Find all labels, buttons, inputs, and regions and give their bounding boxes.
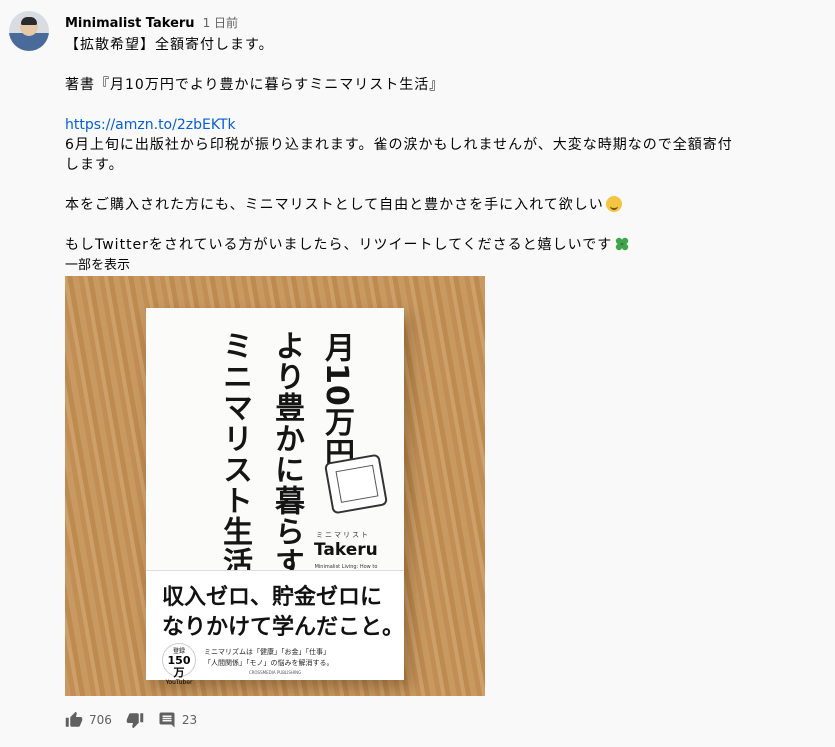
post-body: 【拡散希望】全額寄付します。 著書『月10万円でより豊かに暮らすミニマリスト生活… bbox=[65, 35, 785, 255]
reply-count: 23 bbox=[181, 713, 198, 727]
post-image[interactable]: 月10万円で より豊かに暮らす ミニマリスト生活 ミニマリスト Takeru M… bbox=[65, 276, 485, 696]
suitcase-illustration bbox=[323, 453, 389, 515]
like-count: 706 bbox=[89, 713, 112, 727]
band-tagline: ミニマリズムは「健康」「お金」「仕事」 「人間関係」「モノ」の悩みを解消する。 bbox=[204, 648, 334, 667]
action-bar: 706 23 bbox=[65, 708, 197, 732]
thumbs-down-icon[interactable] bbox=[126, 711, 144, 729]
post-line: 著書『月10万円でより豊かに暮らすミニマリスト生活』 bbox=[65, 77, 445, 93]
post-timestamp[interactable]: 1 日前 bbox=[203, 14, 238, 31]
post-line: します。 bbox=[65, 157, 124, 173]
band-headline: 収入ゼロ、貯金ゼロに bbox=[162, 585, 383, 610]
amazon-link[interactable]: https://amzn.to/2zbEKTk bbox=[65, 117, 236, 133]
show-less-button[interactable]: 一部を表示 bbox=[65, 254, 130, 273]
book-title-line: より豊かに暮らす bbox=[269, 330, 304, 578]
book-publisher: CROSSMEDIA PUBLISHING bbox=[248, 670, 302, 675]
avatar[interactable] bbox=[9, 11, 49, 51]
post-line: 6月上旬に出版社から印税が振り込まれます。雀の涙かもしれませんが、大変な時期なの… bbox=[65, 137, 733, 153]
four-leaf-clover-emoji-icon bbox=[616, 237, 629, 251]
post-line: 本をご購入された方にも、ミニマリストとして自由と豊かさを手に入れて欲しい bbox=[65, 197, 604, 213]
thumbs-up-icon[interactable] bbox=[65, 711, 83, 729]
book-author-kana: ミニマリスト bbox=[316, 531, 370, 539]
post-header: Minimalist Takeru 1 日前 bbox=[65, 14, 238, 31]
band-headline: なりかけて学んだこと。 bbox=[162, 615, 405, 640]
book-cover: 月10万円で より豊かに暮らす ミニマリスト生活 ミニマリスト Takeru M… bbox=[146, 308, 405, 686]
author-name[interactable]: Minimalist Takeru bbox=[65, 16, 195, 31]
post-line: 【拡散希望】全額寄付します。 bbox=[65, 37, 274, 53]
book-obi-band: 収入ゼロ、貯金ゼロに なりかけて学んだこと。 登録 150万 YouTuber … bbox=[146, 570, 405, 686]
relieved-face-emoji-icon bbox=[605, 196, 622, 212]
post-line: もしTwitterをされている方がいましたら、リツイートしてくださると嬉しいです bbox=[65, 237, 613, 253]
book-title-line: ミニマリスト生活 bbox=[217, 330, 252, 578]
book-author: Takeru bbox=[314, 540, 378, 560]
comment-icon[interactable] bbox=[158, 711, 176, 729]
